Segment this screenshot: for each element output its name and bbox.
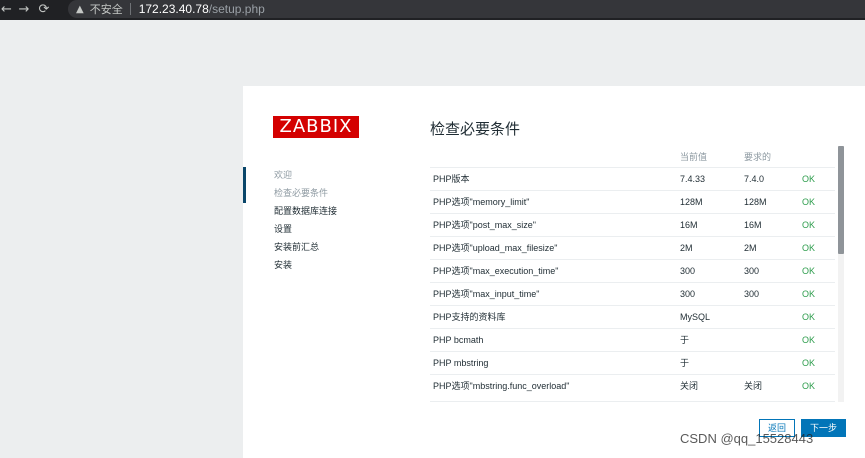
row-required xyxy=(742,327,800,351)
step-settings: 设置 xyxy=(274,224,293,234)
prerequisites-table: 当前值 要求的 PHP版本 7.4.33 7.4.0 OK PHP选项"memo… xyxy=(430,146,835,397)
row-current: 300 xyxy=(678,281,742,305)
warning-icon[interactable]: ▲ xyxy=(76,4,84,15)
row-current: MySQL xyxy=(678,304,742,328)
row-required: 2M xyxy=(742,235,800,259)
row-name: PHP mbstring xyxy=(430,350,678,374)
browser-toolbar: ← → ⟳ ▲ 不安全 172.23.40.78/setup.php xyxy=(0,0,865,20)
forward-arrow-icon[interactable]: → xyxy=(14,0,34,20)
table-row: PHP选项"upload_max_filesize" 2M 2M OK xyxy=(430,235,835,259)
table-row: PHP选项"max_input_time" 300 300 OK xyxy=(430,281,835,305)
reload-icon[interactable]: ⟳ xyxy=(34,0,54,20)
table-header: 当前值 要求的 xyxy=(430,146,835,167)
row-required: 关闭 xyxy=(742,373,800,397)
row-name: PHP选项"post_max_size" xyxy=(430,212,678,236)
row-name: PHP选项"max_input_time" xyxy=(430,281,678,305)
table-row: PHP选项"memory_limit" 128M 128M OK xyxy=(430,189,835,213)
row-current: 2M xyxy=(678,235,742,259)
row-status: OK xyxy=(800,281,835,305)
row-status: OK xyxy=(800,373,835,397)
step-welcome: 欢迎 xyxy=(274,170,293,180)
row-required xyxy=(742,350,800,374)
row-name: PHP支持的资料库 xyxy=(430,304,678,328)
row-status: OK xyxy=(800,212,835,236)
row-status: OK xyxy=(800,166,835,190)
table-row: PHP mbstring 于 OK xyxy=(430,350,835,374)
step-check-prerequisites: 检查必要条件 xyxy=(243,167,403,203)
url-host[interactable]: 172.23.40.78 xyxy=(139,2,209,16)
row-name: PHP选项"memory_limit" xyxy=(430,189,678,213)
row-status: OK xyxy=(800,327,835,351)
column-header-required: 要求的 xyxy=(744,151,772,162)
row-required: 16M xyxy=(742,212,800,236)
row-status: OK xyxy=(800,189,835,213)
row-name: PHP选项"mbstring.func_overload" xyxy=(430,373,678,397)
table-row: PHP支持的资料库 MySQL OK xyxy=(430,304,835,328)
row-current: 于 xyxy=(678,327,742,351)
back-arrow-icon[interactable]: ← xyxy=(0,0,14,20)
row-required: 300 xyxy=(742,281,800,305)
table-row: PHP版本 7.4.33 7.4.0 OK xyxy=(430,166,835,190)
insecure-label[interactable]: 不安全 xyxy=(90,1,123,17)
url-path[interactable]: /setup.php xyxy=(209,2,265,16)
zabbix-logo: ZABBIX xyxy=(273,116,359,138)
row-required: 128M xyxy=(742,189,800,213)
row-status: OK xyxy=(800,350,835,374)
row-current: 300 xyxy=(678,258,742,282)
row-required: 300 xyxy=(742,258,800,282)
step-db-connection: 配置数据库连接 xyxy=(274,206,338,216)
column-header-name xyxy=(430,146,678,167)
row-required xyxy=(742,304,800,328)
setup-steps: 欢迎 检查必要条件 配置数据库连接 设置 安装前汇总 安装 xyxy=(243,166,403,274)
setup-panel: ZABBIX 欢迎 检查必要条件 配置数据库连接 设置 安装前汇总 安装 检查必… xyxy=(243,86,865,458)
table-row: PHP bcmath 于 OK xyxy=(430,327,835,351)
row-name: PHP版本 xyxy=(430,166,678,190)
address-bar[interactable]: ▲ 不安全 172.23.40.78/setup.php xyxy=(68,0,865,18)
table-scrollbar[interactable] xyxy=(838,146,844,402)
row-status: OK xyxy=(800,235,835,259)
step-pre-install-summary: 安装前汇总 xyxy=(274,242,320,252)
row-current: 关闭 xyxy=(678,373,742,397)
step-install: 安装 xyxy=(274,260,293,270)
page-title: 检查必要条件 xyxy=(430,120,521,138)
row-status: OK xyxy=(800,258,835,282)
prerequisites-table-container[interactable]: 当前值 要求的 PHP版本 7.4.33 7.4.0 OK PHP选项"memo… xyxy=(430,146,835,402)
column-header-current: 当前值 xyxy=(680,151,708,162)
csdn-watermark: CSDN @qq_15528443 xyxy=(680,431,814,446)
scrollbar-thumb[interactable] xyxy=(838,146,844,254)
row-current: 16M xyxy=(678,212,742,236)
row-current: 128M xyxy=(678,189,742,213)
row-required: 7.4.0 xyxy=(742,166,800,190)
row-current: 7.4.33 xyxy=(678,166,742,190)
row-status: OK xyxy=(800,304,835,328)
row-current: 于 xyxy=(678,350,742,374)
table-row: PHP选项"post_max_size" 16M 16M OK xyxy=(430,212,835,236)
table-row: PHP选项"mbstring.func_overload" 关闭 关闭 OK xyxy=(430,373,835,397)
row-name: PHP bcmath xyxy=(430,327,678,351)
row-name: PHP选项"max_execution_time" xyxy=(430,258,678,282)
address-separator xyxy=(129,3,131,15)
column-header-status xyxy=(800,146,835,167)
table-row: PHP选项"max_execution_time" 300 300 OK xyxy=(430,258,835,282)
row-name: PHP选项"upload_max_filesize" xyxy=(430,235,678,259)
